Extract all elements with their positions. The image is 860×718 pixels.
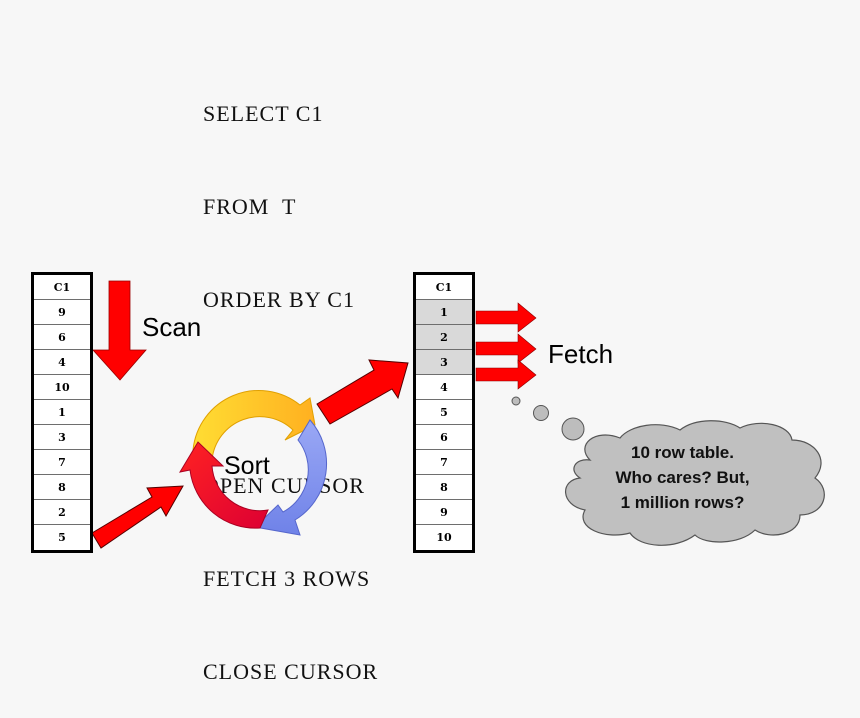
table-row: 9 xyxy=(416,500,472,525)
thought-line: 10 row table. xyxy=(631,443,734,462)
table-row: 3 xyxy=(416,350,472,375)
table-row: 10 xyxy=(34,375,90,400)
fetch-arrow-icon xyxy=(475,359,537,390)
scan-label: Scan xyxy=(142,312,202,342)
fetch-arrow-icon xyxy=(475,302,537,333)
sort-label: Sort xyxy=(224,452,270,480)
thought-dot-icon xyxy=(511,396,521,406)
table-row: 2 xyxy=(416,325,472,350)
table-header: C1 xyxy=(34,275,90,300)
arrow-to-sort-icon xyxy=(91,485,184,549)
thought-bubble-text: 10 row table. Who cares? But, 1 million … xyxy=(580,440,785,515)
table-row: 2 xyxy=(34,500,90,525)
table-row: 6 xyxy=(34,325,90,350)
sql-line: CLOSE CURSOR xyxy=(203,659,379,684)
table-row: 9 xyxy=(34,300,90,325)
table-row: 4 xyxy=(34,350,90,375)
table-row: 8 xyxy=(416,475,472,500)
table-row: 4 xyxy=(416,375,472,400)
table-row: 1 xyxy=(34,400,90,425)
table-row: 7 xyxy=(34,450,90,475)
thought-dot-icon xyxy=(533,405,549,421)
table-row: 1 xyxy=(416,300,472,325)
sorted-table: C1 1 2 3 4 5 6 7 8 9 10 xyxy=(413,272,475,553)
fetch-arrow-icon xyxy=(475,333,537,364)
table-header: C1 xyxy=(416,275,472,300)
thought-dot-icon xyxy=(561,417,585,441)
table-row: 6 xyxy=(416,425,472,450)
scan-arrow-icon xyxy=(92,280,147,381)
table-row: 8 xyxy=(34,475,90,500)
table-row: 5 xyxy=(58,531,66,544)
fetch-label: Fetch xyxy=(548,339,614,369)
thought-line: 1 million rows? xyxy=(620,493,745,512)
table-row: 7 xyxy=(416,450,472,475)
arrow-to-result-icon xyxy=(316,359,409,425)
table-row: 3 xyxy=(34,425,90,450)
thought-line: Who cares? But, xyxy=(615,468,750,487)
table-row: 5 xyxy=(416,400,472,425)
table-row: 10 xyxy=(436,531,452,544)
unsorted-table: C1 9 6 4 10 1 3 7 8 2 5 xyxy=(31,272,93,553)
